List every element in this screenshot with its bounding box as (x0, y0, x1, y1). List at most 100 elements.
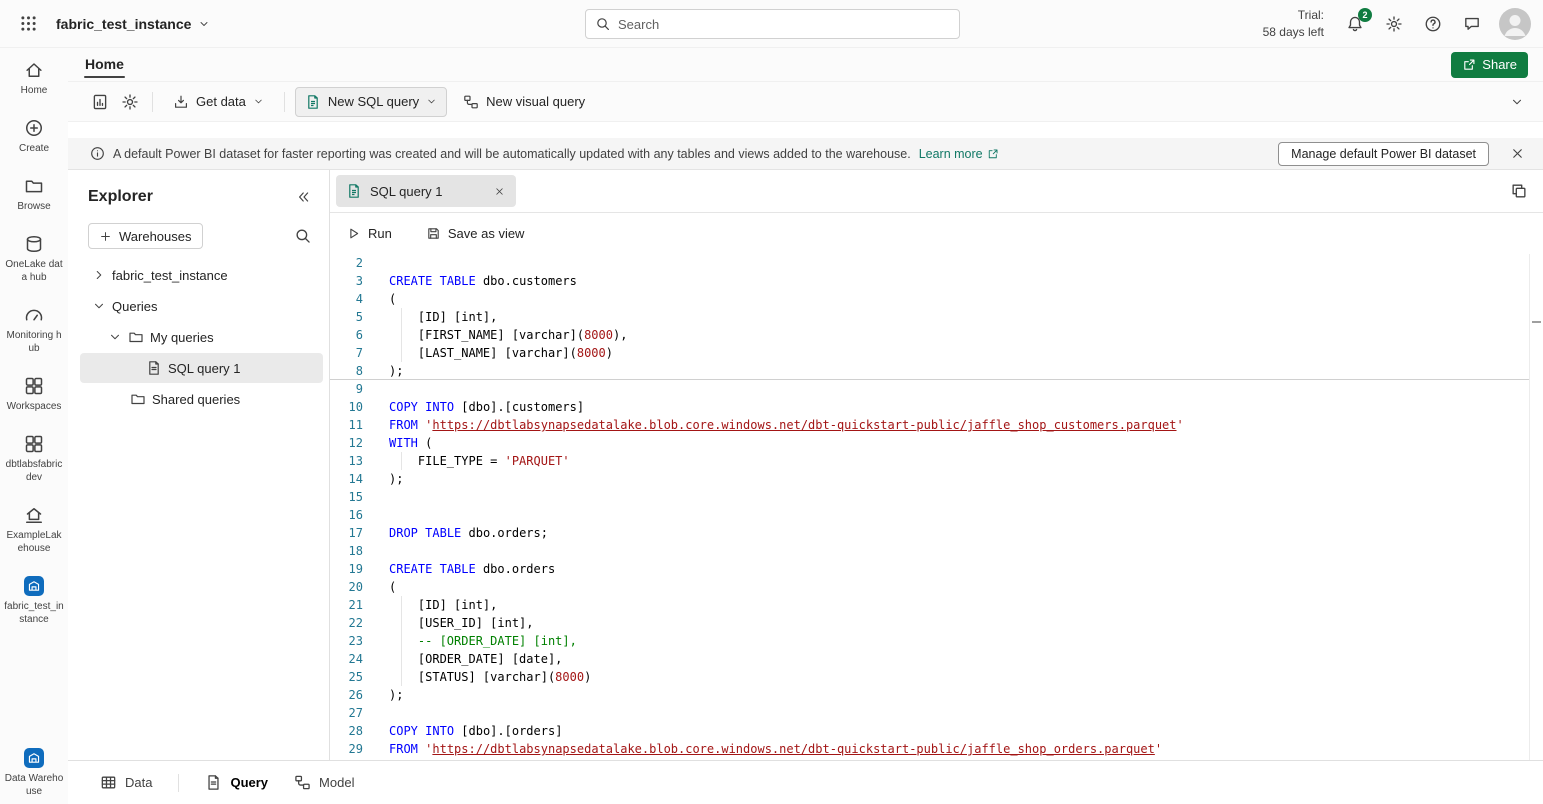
code-line[interactable]: 2 (330, 254, 1543, 272)
code-line[interactable]: 23 -- [ORDER_DATE] [int], (330, 632, 1543, 650)
code-line[interactable]: 14); (330, 470, 1543, 488)
tree-item-queries[interactable]: Queries (80, 291, 323, 321)
new-sql-query-button[interactable]: New SQL query (295, 87, 447, 117)
code-line-text[interactable]: DROP TABLE dbo.orders; (363, 524, 548, 542)
line-number[interactable]: 13 (330, 452, 363, 470)
line-number[interactable]: 8 (330, 362, 363, 380)
banner-close-button[interactable] (1505, 142, 1529, 166)
code-line[interactable]: 4( (330, 290, 1543, 308)
line-number[interactable]: 16 (330, 506, 363, 524)
code-line[interactable]: 20( (330, 578, 1543, 596)
settings-button[interactable] (1382, 12, 1406, 36)
code-line-text[interactable] (363, 704, 389, 722)
search-box[interactable] (585, 9, 960, 39)
rail-item-fabric-test-instance[interactable]: fabric_test_instance (2, 576, 66, 626)
code-line-text[interactable]: CREATE TABLE dbo.orders (363, 560, 555, 578)
code-line[interactable]: 3CREATE TABLE dbo.customers (330, 272, 1543, 290)
line-number[interactable]: 23 (330, 632, 363, 650)
code-line-text[interactable]: [ID] [int], (363, 308, 497, 326)
code-line[interactable]: 24 [ORDER_DATE] [date], (330, 650, 1543, 668)
line-number[interactable]: 6 (330, 326, 363, 344)
code-line[interactable]: 11FROM 'https://dbtlabsynapsedatalake.bl… (330, 416, 1543, 434)
code-line-text[interactable]: FROM 'https://dbtlabsynapsedatalake.blob… (363, 740, 1162, 758)
code-line[interactable]: 15 (330, 488, 1543, 506)
ribbon-collapse-button[interactable] (1505, 90, 1529, 114)
tree-item-fabric-test-instance[interactable]: fabric_test_instance (80, 260, 323, 290)
rail-item-onelake-data-hub[interactable]: OneLake data hub (2, 234, 66, 284)
waffle-menu-button[interactable] (14, 10, 42, 38)
collapse-pane-button[interactable] (291, 185, 315, 209)
rail-item-dbtlabsfabricdev[interactable]: dbtlabsfabricdev (2, 434, 66, 484)
tree-item-sql-query-1[interactable]: SQL query 1 (80, 353, 323, 383)
code-line[interactable]: 21 [ID] [int], (330, 596, 1543, 614)
run-button[interactable]: Run (346, 219, 392, 249)
line-number[interactable]: 24 (330, 650, 363, 668)
code-line[interactable]: 7 [LAST_NAME] [varchar](8000) (330, 344, 1543, 362)
rail-item-monitoring-hub[interactable]: Monitoring hub (2, 305, 66, 355)
code-line[interactable]: 8); (330, 362, 1543, 380)
rail-item-data-warehouse[interactable]: Data Warehouse (2, 748, 66, 798)
line-number[interactable]: 14 (330, 470, 363, 488)
line-number[interactable]: 25 (330, 668, 363, 686)
code-line-text[interactable] (363, 542, 389, 560)
close-tab-button[interactable] (490, 182, 508, 200)
code-line[interactable]: 12WITH ( (330, 434, 1543, 452)
code-line-text[interactable] (363, 488, 389, 506)
code-line-text[interactable]: WITH ( (363, 434, 432, 452)
code-line-text[interactable]: FROM 'https://dbtlabsynapsedatalake.blob… (363, 416, 1184, 434)
line-number[interactable]: 12 (330, 434, 363, 452)
code-line-text[interactable]: CREATE TABLE dbo.customers (363, 272, 577, 290)
code-line[interactable]: 28COPY INTO [dbo].[orders] (330, 722, 1543, 740)
learn-more-link[interactable]: Learn more (919, 147, 999, 161)
code-line[interactable]: 18 (330, 542, 1543, 560)
search-input[interactable] (618, 17, 950, 32)
code-line[interactable]: 22 [USER_ID] [int], (330, 614, 1543, 632)
add-warehouses-button[interactable]: Warehouses (88, 223, 203, 249)
code-line-text[interactable]: ); (363, 362, 403, 380)
manage-dataset-button[interactable]: Manage default Power BI dataset (1278, 142, 1489, 166)
line-number[interactable]: 28 (330, 722, 363, 740)
code-line[interactable]: 17DROP TABLE dbo.orders; (330, 524, 1543, 542)
line-number[interactable]: 11 (330, 416, 363, 434)
feedback-button[interactable] (1460, 12, 1484, 36)
get-data-button[interactable]: Get data (163, 87, 274, 117)
new-visual-query-button[interactable]: New visual query (453, 87, 595, 117)
code-line-text[interactable] (363, 506, 389, 524)
line-number[interactable]: 22 (330, 614, 363, 632)
code-line[interactable]: 25 [STATUS] [varchar](8000) (330, 668, 1543, 686)
save-as-view-button[interactable]: Save as view (426, 219, 525, 249)
rail-item-home[interactable]: Home (2, 60, 66, 97)
code-line-text[interactable]: ); (363, 470, 403, 488)
line-number[interactable]: 19 (330, 560, 363, 578)
code-line[interactable]: 19CREATE TABLE dbo.orders (330, 560, 1543, 578)
code-line[interactable]: 27 (330, 704, 1543, 722)
tree-item-my-queries[interactable]: My queries (80, 322, 323, 352)
share-button[interactable]: Share (1451, 52, 1528, 78)
sql-editor[interactable]: 23CREATE TABLE dbo.customers4(5 [ID] [in… (330, 254, 1543, 760)
code-line-text[interactable]: ( (363, 290, 396, 308)
rail-item-browse[interactable]: Browse (2, 176, 66, 213)
code-line-text[interactable]: [FIRST_NAME] [varchar](8000), (363, 326, 627, 344)
line-number[interactable]: 18 (330, 542, 363, 560)
code-line[interactable]: 5 [ID] [int], (330, 308, 1543, 326)
code-line-text[interactable]: [STATUS] [varchar](8000) (363, 668, 591, 686)
code-line[interactable]: 26); (330, 686, 1543, 704)
explorer-search-button[interactable] (291, 224, 315, 248)
tab-home[interactable]: Home (83, 54, 126, 76)
line-number[interactable]: 7 (330, 344, 363, 362)
copy-button[interactable] (1507, 179, 1531, 203)
code-area[interactable]: 23CREATE TABLE dbo.customers4(5 [ID] [in… (330, 254, 1543, 758)
code-line-text[interactable]: COPY INTO [dbo].[orders] (363, 722, 562, 740)
rail-item-create[interactable]: Create (2, 118, 66, 155)
code-line-text[interactable] (363, 380, 389, 398)
code-line[interactable]: 9 (330, 380, 1543, 398)
editor-scrollbar[interactable] (1529, 254, 1543, 760)
code-line-text[interactable]: COPY INTO [dbo].[customers] (363, 398, 584, 416)
notifications-button[interactable]: 2 (1343, 12, 1367, 36)
code-line-text[interactable]: ( (363, 578, 396, 596)
code-line-text[interactable]: [USER_ID] [int], (363, 614, 534, 632)
line-number[interactable]: 15 (330, 488, 363, 506)
bottom-tab-query[interactable]: Query (205, 774, 268, 791)
code-line[interactable]: 13 FILE_TYPE = 'PARQUET' (330, 452, 1543, 470)
code-line[interactable]: 16 (330, 506, 1543, 524)
